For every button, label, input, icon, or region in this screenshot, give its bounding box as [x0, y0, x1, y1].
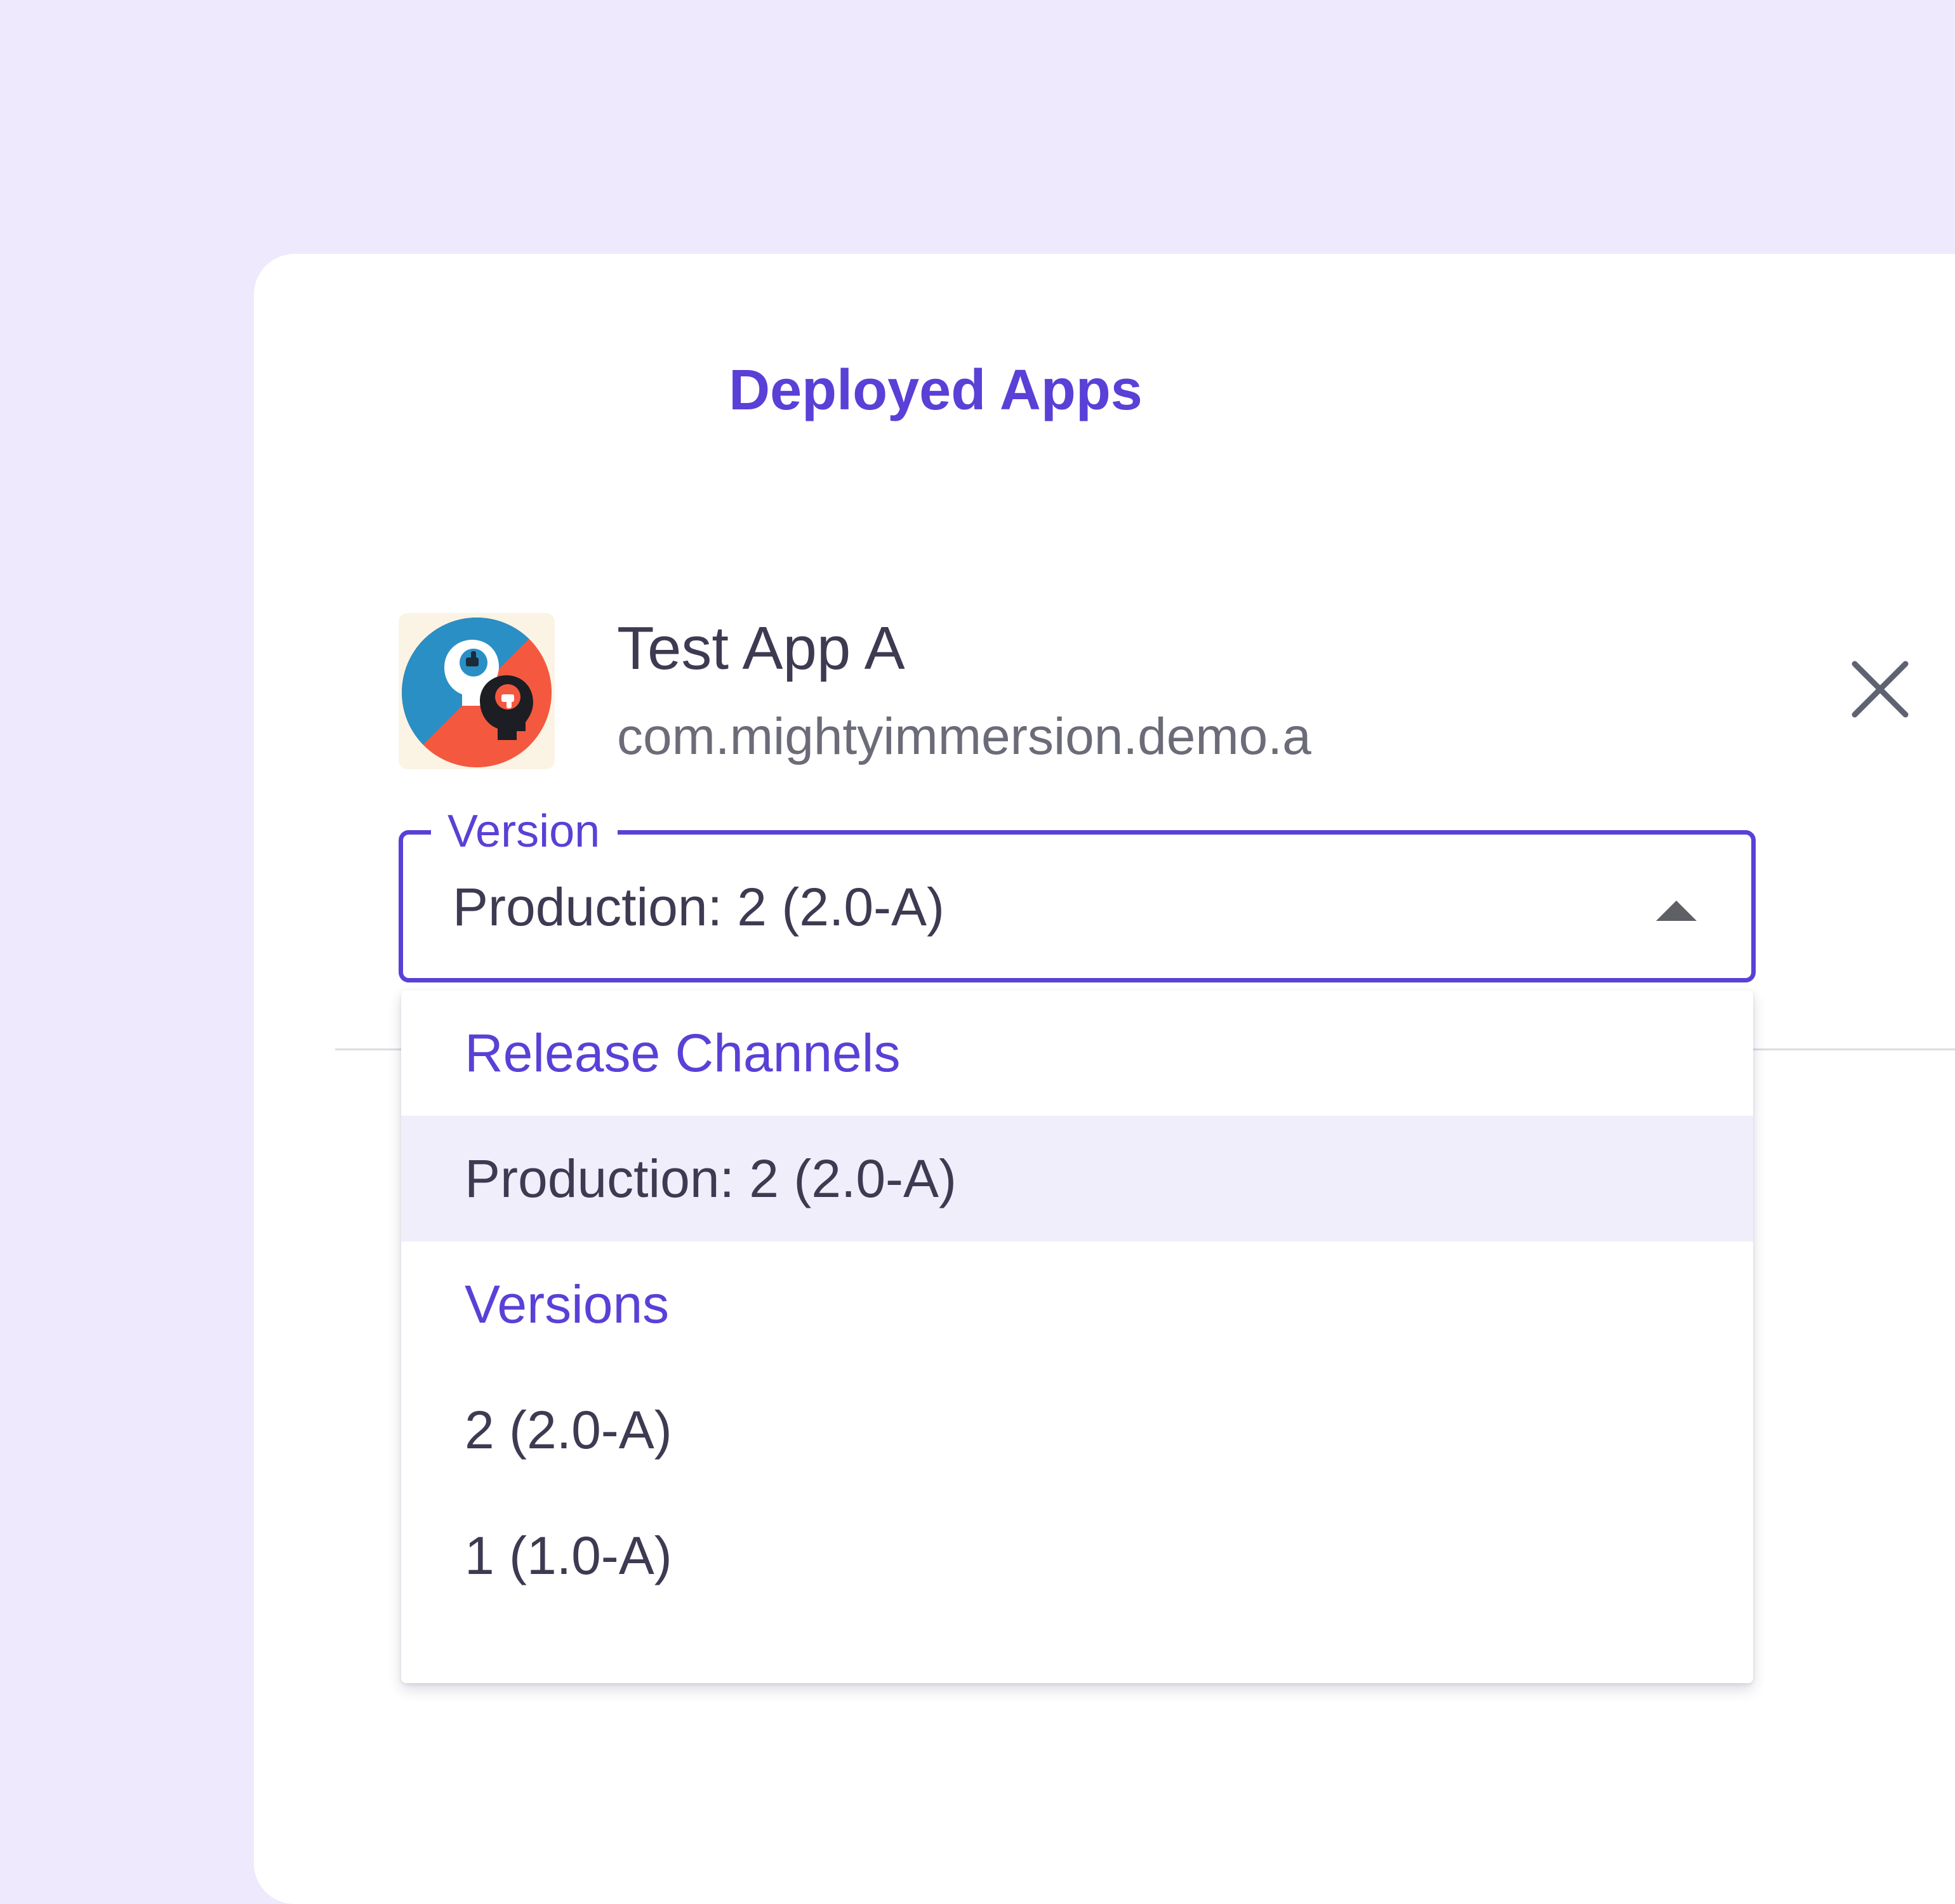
dropdown-option-production[interactable]: Production: 2 (2.0-A) — [401, 1116, 1753, 1241]
close-icon[interactable] — [1846, 655, 1914, 724]
dropdown-option-version-1[interactable]: 1 (1.0-A) — [401, 1493, 1753, 1618]
dropdown-group-header-versions: Versions — [465, 1274, 670, 1334]
app-package-id: com.mightyimmersion.demo.a — [617, 708, 1311, 765]
app-icon-brains — [399, 613, 555, 769]
version-dropdown-menu: Release Channels Production: 2 (2.0-A) V… — [401, 990, 1753, 1683]
arrow-up-icon[interactable] — [1656, 901, 1697, 921]
version-select-value: Production: 2 (2.0-A) — [453, 877, 945, 937]
dialog-title: Deployed Apps — [729, 359, 1143, 422]
version-select-label: Version — [431, 803, 618, 860]
dropdown-option-version-2[interactable]: 2 (2.0-A) — [401, 1367, 1753, 1493]
dropdown-group-header-release-channels: Release Channels — [465, 1022, 901, 1083]
version-select[interactable]: Version Production: 2 (2.0-A) — [399, 803, 1756, 982]
app-name: Test App A — [617, 614, 905, 682]
deployed-apps-dialog: Deployed Apps Test App A com.mightyimmer… — [254, 254, 1955, 1904]
